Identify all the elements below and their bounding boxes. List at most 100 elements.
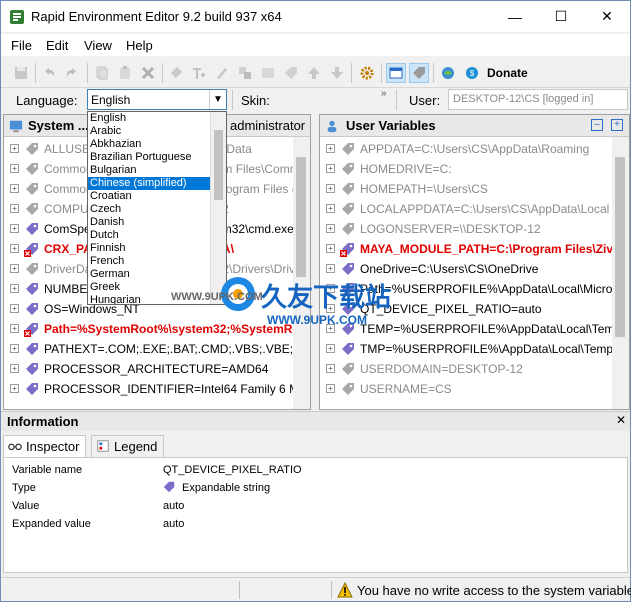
- status-bar: You have no write access to the system v…: [1, 577, 631, 601]
- expand-icon[interactable]: +: [10, 224, 19, 233]
- expand-icon[interactable]: +: [10, 304, 19, 313]
- language-option[interactable]: Abkhazian: [88, 138, 226, 151]
- variable-row[interactable]: + APPDATA=C:\Users\CS\AppData\Roaming: [320, 139, 629, 159]
- variable-text: HOMEPATH=\Users\CS: [360, 182, 488, 196]
- system-panel-subtitle: administrator: [230, 118, 306, 133]
- donate-icon[interactable]: $: [462, 63, 482, 83]
- expand-all-icon[interactable]: +: [611, 119, 623, 131]
- close-icon[interactable]: ✕: [616, 413, 626, 427]
- language-option[interactable]: English: [88, 112, 226, 125]
- variable-icon: [24, 301, 40, 317]
- add-value-icon[interactable]: [189, 63, 209, 83]
- variable-row[interactable]: + USERDOMAIN=DESKTOP-12: [320, 359, 629, 379]
- menu-edit[interactable]: Edit: [46, 38, 68, 53]
- close-button[interactable]: ✕: [584, 1, 630, 32]
- user-select[interactable]: DESKTOP-12\CS [logged in]: [448, 89, 628, 110]
- language-option[interactable]: Bulgarian: [88, 164, 226, 177]
- expand-icon[interactable]: +: [10, 184, 19, 193]
- tag-icon[interactable]: [281, 63, 301, 83]
- expand-icon[interactable]: +: [326, 184, 335, 193]
- tag-view-icon[interactable]: [409, 63, 429, 83]
- language-option[interactable]: Czech: [88, 203, 226, 216]
- add-variable-icon[interactable]: [166, 63, 186, 83]
- move-up-icon[interactable]: [304, 63, 324, 83]
- expand-icon[interactable]: +: [326, 244, 335, 253]
- undo-icon[interactable]: [39, 63, 59, 83]
- insert-icon[interactable]: [258, 63, 278, 83]
- expand-icon[interactable]: +: [10, 324, 19, 333]
- variable-row[interactable]: + MAYA_MODULE_PATH=C:\Program Files\Ziv: [320, 239, 629, 259]
- expand-icon[interactable]: +: [326, 204, 335, 213]
- variable-row[interactable]: + PROCESSOR_ARCHITECTURE=AMD64: [4, 359, 310, 379]
- menu-file[interactable]: File: [11, 38, 32, 53]
- expand-icon[interactable]: +: [10, 204, 19, 213]
- language-option[interactable]: Croatian: [88, 190, 226, 203]
- redo-icon[interactable]: [62, 63, 82, 83]
- expand-icon[interactable]: +: [10, 164, 19, 173]
- language-select[interactable]: English ▼: [87, 89, 227, 110]
- collapse-all-icon[interactable]: –: [591, 119, 603, 131]
- clone-icon[interactable]: [235, 63, 255, 83]
- variable-row[interactable]: + LOCALAPPDATA=C:\Users\CS\AppData\Local: [320, 199, 629, 219]
- inspector-row-name: Variable name QT_DEVICE_PIXEL_RATIO: [4, 461, 627, 479]
- variable-icon: [340, 381, 356, 397]
- variable-icon: [24, 381, 40, 397]
- information-header: Information ✕: [1, 411, 630, 431]
- donate-button[interactable]: Donate: [487, 66, 528, 80]
- web-icon[interactable]: [438, 63, 458, 83]
- variable-text: PROCESSOR_ARCHITECTURE=AMD64: [44, 362, 269, 376]
- language-option[interactable]: Arabic: [88, 125, 226, 138]
- user-panel-title: User Variables: [346, 118, 436, 133]
- expand-icon[interactable]: +: [10, 144, 19, 153]
- language-option[interactable]: Brazilian Portuguese: [88, 151, 226, 164]
- variable-row[interactable]: + PATHEXT=.COM;.EXE;.BAT;.CMD;.VBS;.VBE;.…: [4, 339, 310, 359]
- invalid-variable-icon: [24, 321, 40, 337]
- move-down-icon[interactable]: [327, 63, 347, 83]
- user-scrollbar[interactable]: [612, 137, 629, 409]
- variable-row[interactable]: + USERNAME=CS: [320, 379, 629, 399]
- tab-legend[interactable]: Legend: [91, 435, 165, 457]
- toolbar: $ Donate: [1, 58, 630, 88]
- variable-row[interactable]: + TMP=%USERPROFILE%\AppData\Local\Temp: [320, 339, 629, 359]
- expand-icon[interactable]: +: [326, 164, 335, 173]
- variable-row[interactable]: + PROCESSOR_IDENTIFIER=Intel64 Family 6 M…: [4, 379, 310, 399]
- expand-icon[interactable]: +: [326, 344, 335, 353]
- variable-icon: [24, 161, 40, 177]
- expand-icon[interactable]: +: [10, 284, 19, 293]
- variable-text: APPDATA=C:\Users\CS\AppData\Roaming: [360, 142, 590, 156]
- variable-row[interactable]: + HOMEPATH=\Users\CS: [320, 179, 629, 199]
- variable-icon: [340, 161, 356, 177]
- chevron-down-icon[interactable]: ▼: [209, 90, 226, 109]
- minimize-button[interactable]: —: [492, 1, 538, 32]
- tab-inspector[interactable]: Inspector: [3, 435, 87, 457]
- variable-row[interactable]: + HOMEDRIVE=C:: [320, 159, 629, 179]
- maximize-button[interactable]: ☐: [538, 1, 584, 32]
- expand-icon[interactable]: +: [326, 364, 335, 373]
- expand-icon[interactable]: +: [10, 344, 19, 353]
- language-option[interactable]: Chinese (simplified): [88, 177, 226, 190]
- expand-icon[interactable]: +: [326, 144, 335, 153]
- language-option[interactable]: Finnish: [88, 242, 226, 255]
- expand-icon[interactable]: +: [326, 384, 335, 393]
- copy-icon[interactable]: [92, 63, 112, 83]
- language-option[interactable]: Danish: [88, 216, 226, 229]
- expand-icon[interactable]: +: [10, 244, 19, 253]
- menu-help[interactable]: Help: [126, 38, 153, 53]
- language-option[interactable]: Dutch: [88, 229, 226, 242]
- paste-icon[interactable]: [115, 63, 135, 83]
- window-view-icon[interactable]: [386, 63, 406, 83]
- settings-icon[interactable]: [357, 63, 377, 83]
- expand-icon[interactable]: +: [10, 384, 19, 393]
- overflow-chevron-icon[interactable]: »: [381, 88, 387, 99]
- delete-icon[interactable]: [138, 63, 158, 83]
- expand-icon[interactable]: +: [10, 364, 19, 373]
- variable-icon: [340, 181, 356, 197]
- menu-view[interactable]: View: [84, 38, 112, 53]
- expand-icon[interactable]: +: [326, 224, 335, 233]
- language-label: Language:: [16, 93, 78, 108]
- expand-icon[interactable]: +: [10, 264, 19, 273]
- edit-icon[interactable]: [212, 63, 232, 83]
- variable-row[interactable]: + LOGONSERVER=\\DESKTOP-12: [320, 219, 629, 239]
- save-icon[interactable]: [11, 63, 31, 83]
- language-option[interactable]: French: [88, 255, 226, 268]
